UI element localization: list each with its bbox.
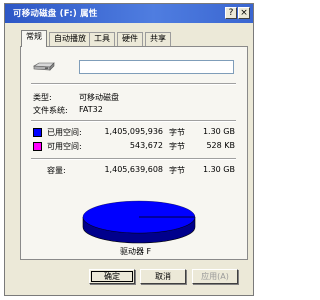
removable-drive-icon bbox=[33, 62, 55, 71]
divider bbox=[31, 158, 236, 160]
used-space-bytes-unit: 字节 bbox=[169, 128, 185, 137]
filesystem-value: FAT32 bbox=[79, 105, 103, 114]
used-space-bytes: 1,405,095,936 bbox=[104, 127, 163, 136]
free-space-swatch bbox=[33, 142, 42, 151]
divider bbox=[31, 83, 236, 85]
tab-tools[interactable]: 工具 bbox=[89, 32, 115, 46]
divider bbox=[31, 120, 236, 122]
used-space-label: 已用空间: bbox=[47, 128, 82, 137]
free-space-size: 528 KB bbox=[206, 141, 235, 150]
free-space-bytes: 543,672 bbox=[129, 141, 163, 150]
ok-button[interactable]: 确定 bbox=[89, 269, 135, 284]
title-bar[interactable]: 可移动磁盘 (F:) 属性 ? × bbox=[5, 4, 253, 23]
cancel-button[interactable]: 取消 bbox=[140, 269, 186, 284]
tab-sharing[interactable]: 共享 bbox=[145, 32, 171, 46]
filesystem-label: 文件系统: bbox=[33, 106, 68, 115]
free-space-bytes-unit: 字节 bbox=[169, 142, 185, 151]
free-space-label: 可用空间: bbox=[47, 142, 82, 151]
type-label: 类型: bbox=[33, 93, 52, 102]
capacity-size: 1.30 GB bbox=[202, 165, 235, 174]
window-title: 可移动磁盘 (F:) 属性 bbox=[13, 9, 98, 19]
general-panel: 类型: 可移动磁盘 文件系统: FAT32 已用空间: 1,405,095,93… bbox=[20, 46, 248, 260]
volume-name-input[interactable] bbox=[79, 60, 234, 74]
capacity-bytes: 1,405,639,608 bbox=[104, 165, 163, 174]
apply-button[interactable]: 应用(A) bbox=[192, 269, 238, 284]
drive-label: 驱动器 F bbox=[120, 247, 152, 256]
tab-autoplay[interactable]: 自动播放 bbox=[49, 32, 91, 46]
help-button[interactable]: ? bbox=[225, 7, 237, 19]
tab-hardware[interactable]: 硬件 bbox=[117, 32, 143, 46]
properties-dialog: 可移动磁盘 (F:) 属性 ? × 常规 自动播放 工具 硬件 共享 类型: 可… bbox=[4, 3, 254, 296]
close-button[interactable]: × bbox=[238, 7, 250, 19]
dialog-buttons: 确定 取消 应用(A) bbox=[5, 269, 253, 289]
capacity-label: 容量: bbox=[47, 166, 66, 175]
capacity-bytes-unit: 字节 bbox=[169, 166, 185, 175]
used-space-size: 1.30 GB bbox=[202, 127, 235, 136]
type-value: 可移动磁盘 bbox=[79, 93, 119, 102]
disk-usage-pie-chart bbox=[82, 200, 196, 244]
used-space-swatch bbox=[33, 128, 42, 137]
tab-general[interactable]: 常规 bbox=[21, 30, 47, 47]
